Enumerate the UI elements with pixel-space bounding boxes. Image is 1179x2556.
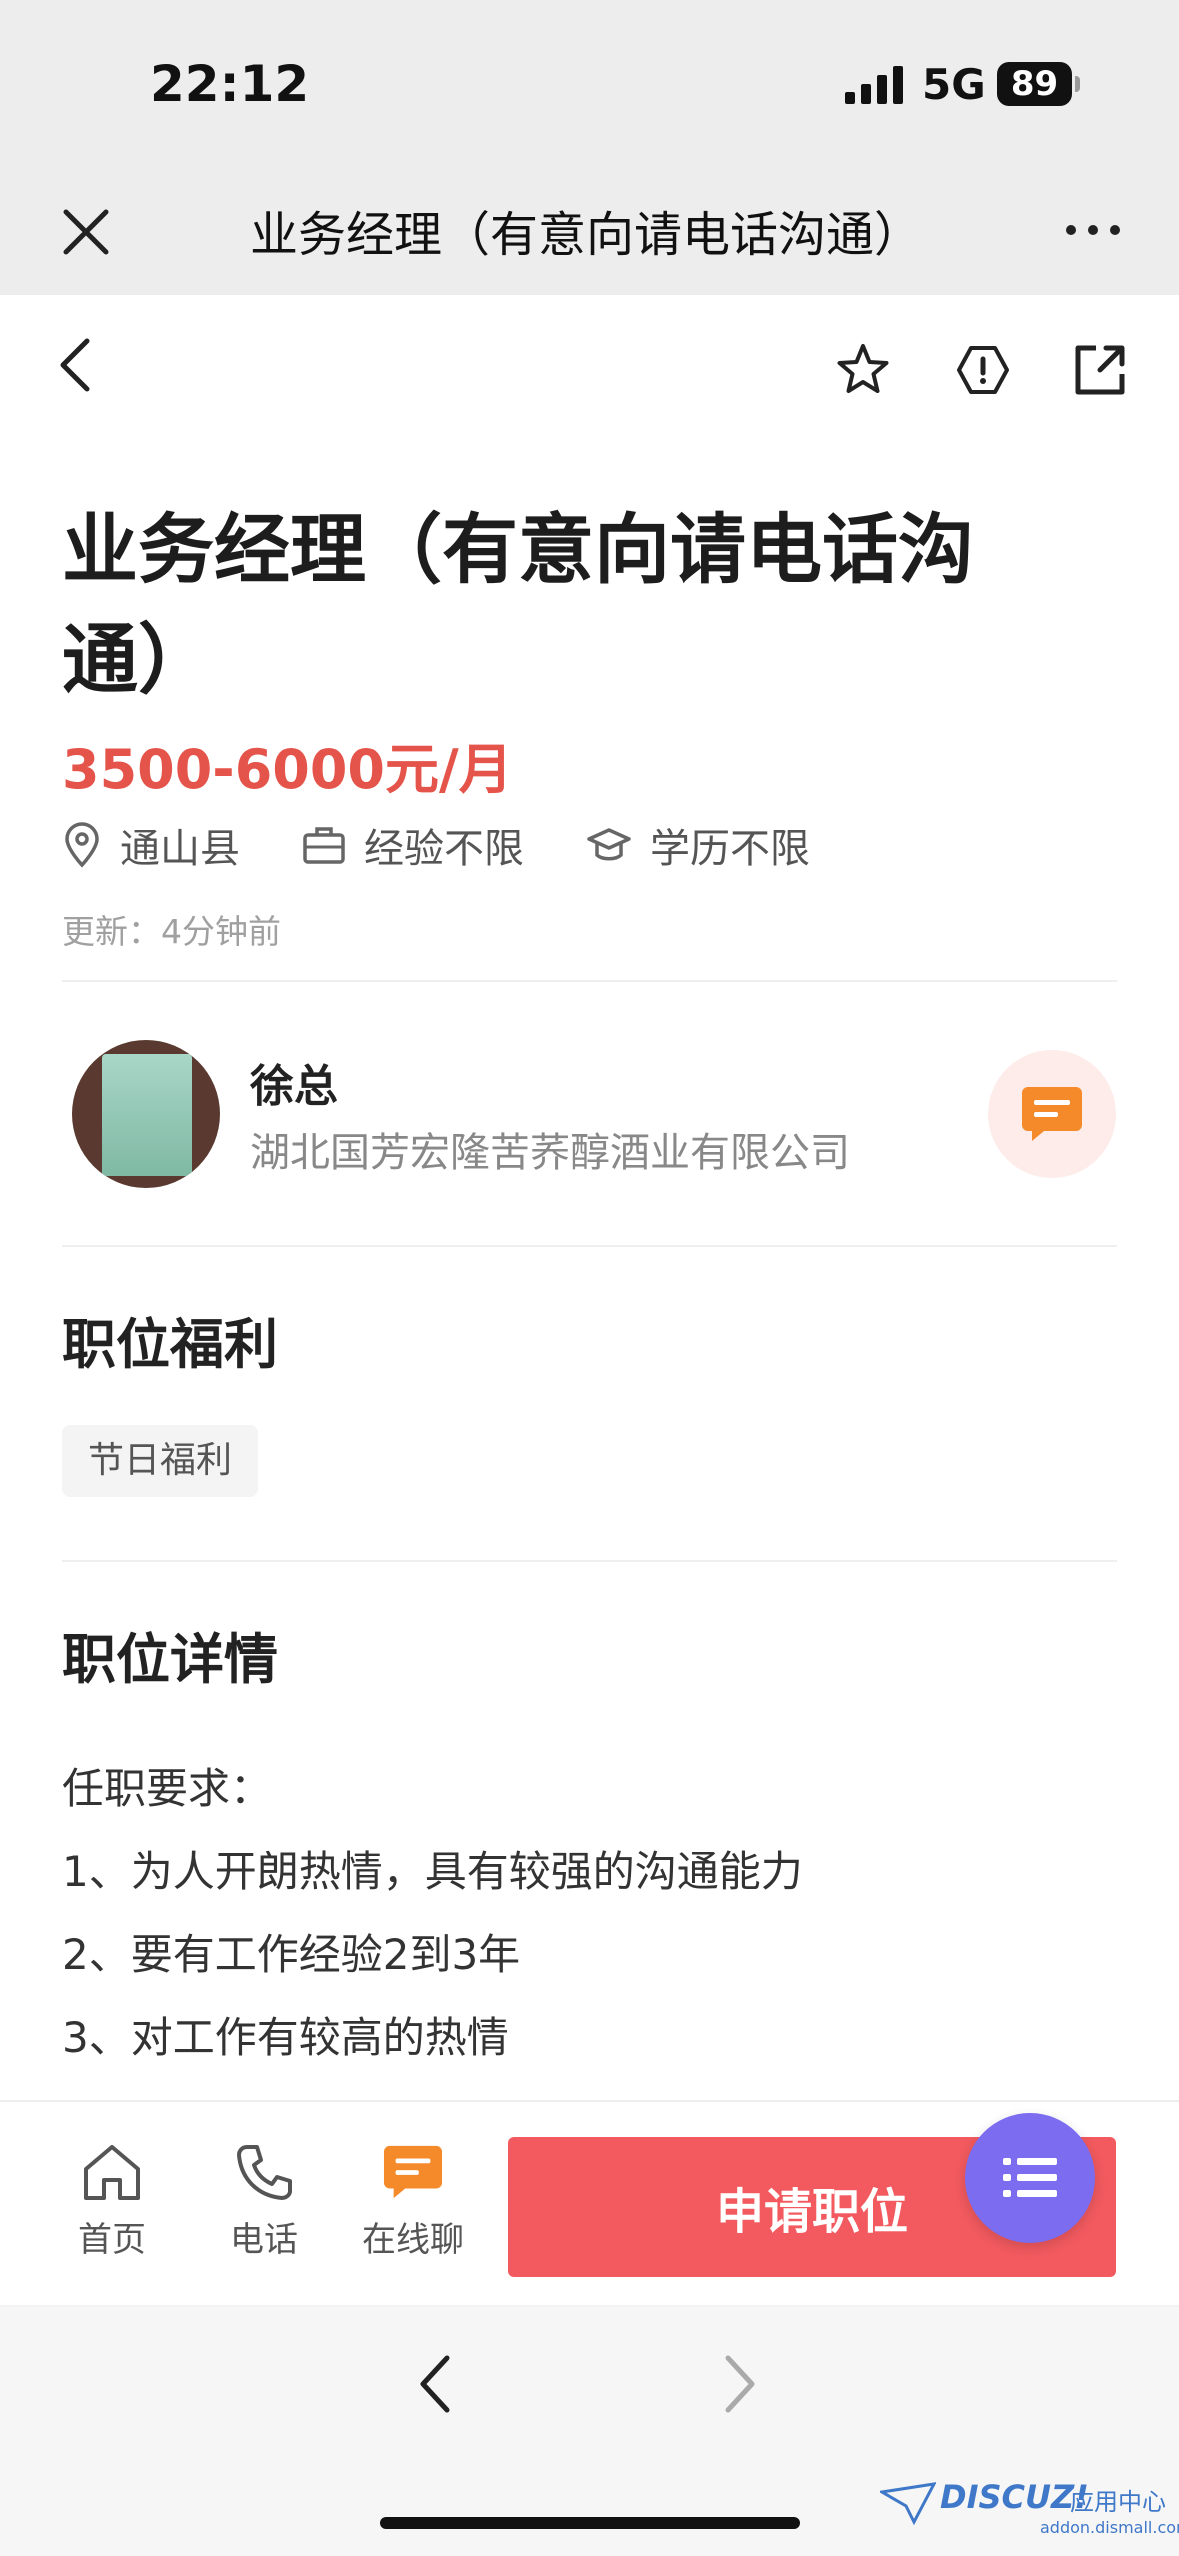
watermark-brand: DISCUZ! <box>940 2478 1089 2516</box>
star-icon[interactable] <box>833 340 893 400</box>
watermark-url: addon.dismall.com <box>1040 2518 1179 2537</box>
details-heading: 职位详情 <box>62 1628 278 1691</box>
experience-text: 经验不限 <box>364 826 524 872</box>
phone-icon <box>237 2145 292 2200</box>
phone-button[interactable]: 电话 <box>230 2142 298 2261</box>
status-time: 22:12 <box>150 55 310 113</box>
chat-icon <box>1022 1087 1082 1141</box>
watermark-cn: 应用中心 <box>1070 2488 1166 2516</box>
home-label: 首页 <box>78 2220 146 2260</box>
job-salary: 3500-6000元/月 <box>62 738 513 801</box>
company-name[interactable]: 湖北国芳宏隆苦荞醇酒业有限公司 <box>250 1120 850 1178</box>
divider <box>62 1245 1117 1247</box>
battery-icon: 89 <box>997 62 1080 106</box>
job-detail-page: 业务经理（有意向请电话沟通） 3500-6000元/月 通山县 经验不限 学历不… <box>0 295 1179 2295</box>
recruiter-name[interactable]: 徐总 <box>250 1050 338 1114</box>
home-indicator <box>380 2517 800 2529</box>
webview-nav-bar: 业务经理（有意向请电话沟通） <box>0 170 1179 295</box>
chat-icon <box>383 2145 443 2199</box>
back-icon[interactable] <box>55 335 95 395</box>
status-bar: 22:12 5G 89 <box>0 0 1179 170</box>
divider <box>62 1560 1117 1562</box>
updated-time: 更新：4分钟前 <box>62 912 281 951</box>
education-text: 学历不限 <box>650 826 810 872</box>
avatar[interactable] <box>72 1040 220 1188</box>
browser-forward-icon[interactable] <box>720 2352 760 2416</box>
location-text: 通山县 <box>120 826 240 872</box>
list-icon <box>1003 2158 1057 2197</box>
watermark: DISCUZ! 应用中心 addon.dismall.com <box>880 2478 1179 2548</box>
divider <box>62 980 1117 982</box>
close-icon[interactable] <box>58 204 114 260</box>
benefits-heading: 职位福利 <box>62 1313 278 1376</box>
online-chat-button[interactable]: 在线聊 <box>362 2142 464 2261</box>
graduation-cap-icon <box>587 828 631 861</box>
signal-icon <box>845 66 903 104</box>
detail-line: 3、对工作有较高的热情 <box>62 2013 509 2062</box>
job-title: 业务经理（有意向请电话沟通） <box>62 505 974 704</box>
menu-fab[interactable] <box>965 2113 1095 2243</box>
location-icon <box>65 822 99 868</box>
share-icon[interactable] <box>1070 340 1130 400</box>
more-icon[interactable] <box>1065 220 1121 240</box>
detail-line: 1、为人开朗热情，具有较强的沟通能力 <box>62 1847 803 1896</box>
detail-line: 2、要有工作经验2到3年 <box>62 1930 521 1979</box>
chat-button[interactable] <box>988 1050 1116 1178</box>
education-tag: 学历不限 <box>586 816 810 874</box>
location-tag: 通山县 <box>62 816 240 874</box>
webview-title: 业务经理（有意向请电话沟通） <box>250 207 923 263</box>
detail-line: 任职要求： <box>62 1764 273 1813</box>
report-icon[interactable] <box>953 340 1013 400</box>
watermark-logo-icon <box>880 2482 936 2526</box>
online-chat-label: 在线聊 <box>362 2220 464 2260</box>
home-icon <box>84 2145 140 2200</box>
home-button[interactable]: 首页 <box>78 2142 146 2261</box>
network-type: 5G <box>922 60 986 109</box>
job-tags: 通山县 经验不限 学历不限 <box>62 815 872 875</box>
briefcase-icon <box>303 827 345 864</box>
experience-tag: 经验不限 <box>302 816 524 874</box>
browser-back-icon[interactable] <box>415 2352 455 2416</box>
phone-label: 电话 <box>230 2220 298 2260</box>
benefit-tag: 节日福利 <box>62 1425 259 1497</box>
